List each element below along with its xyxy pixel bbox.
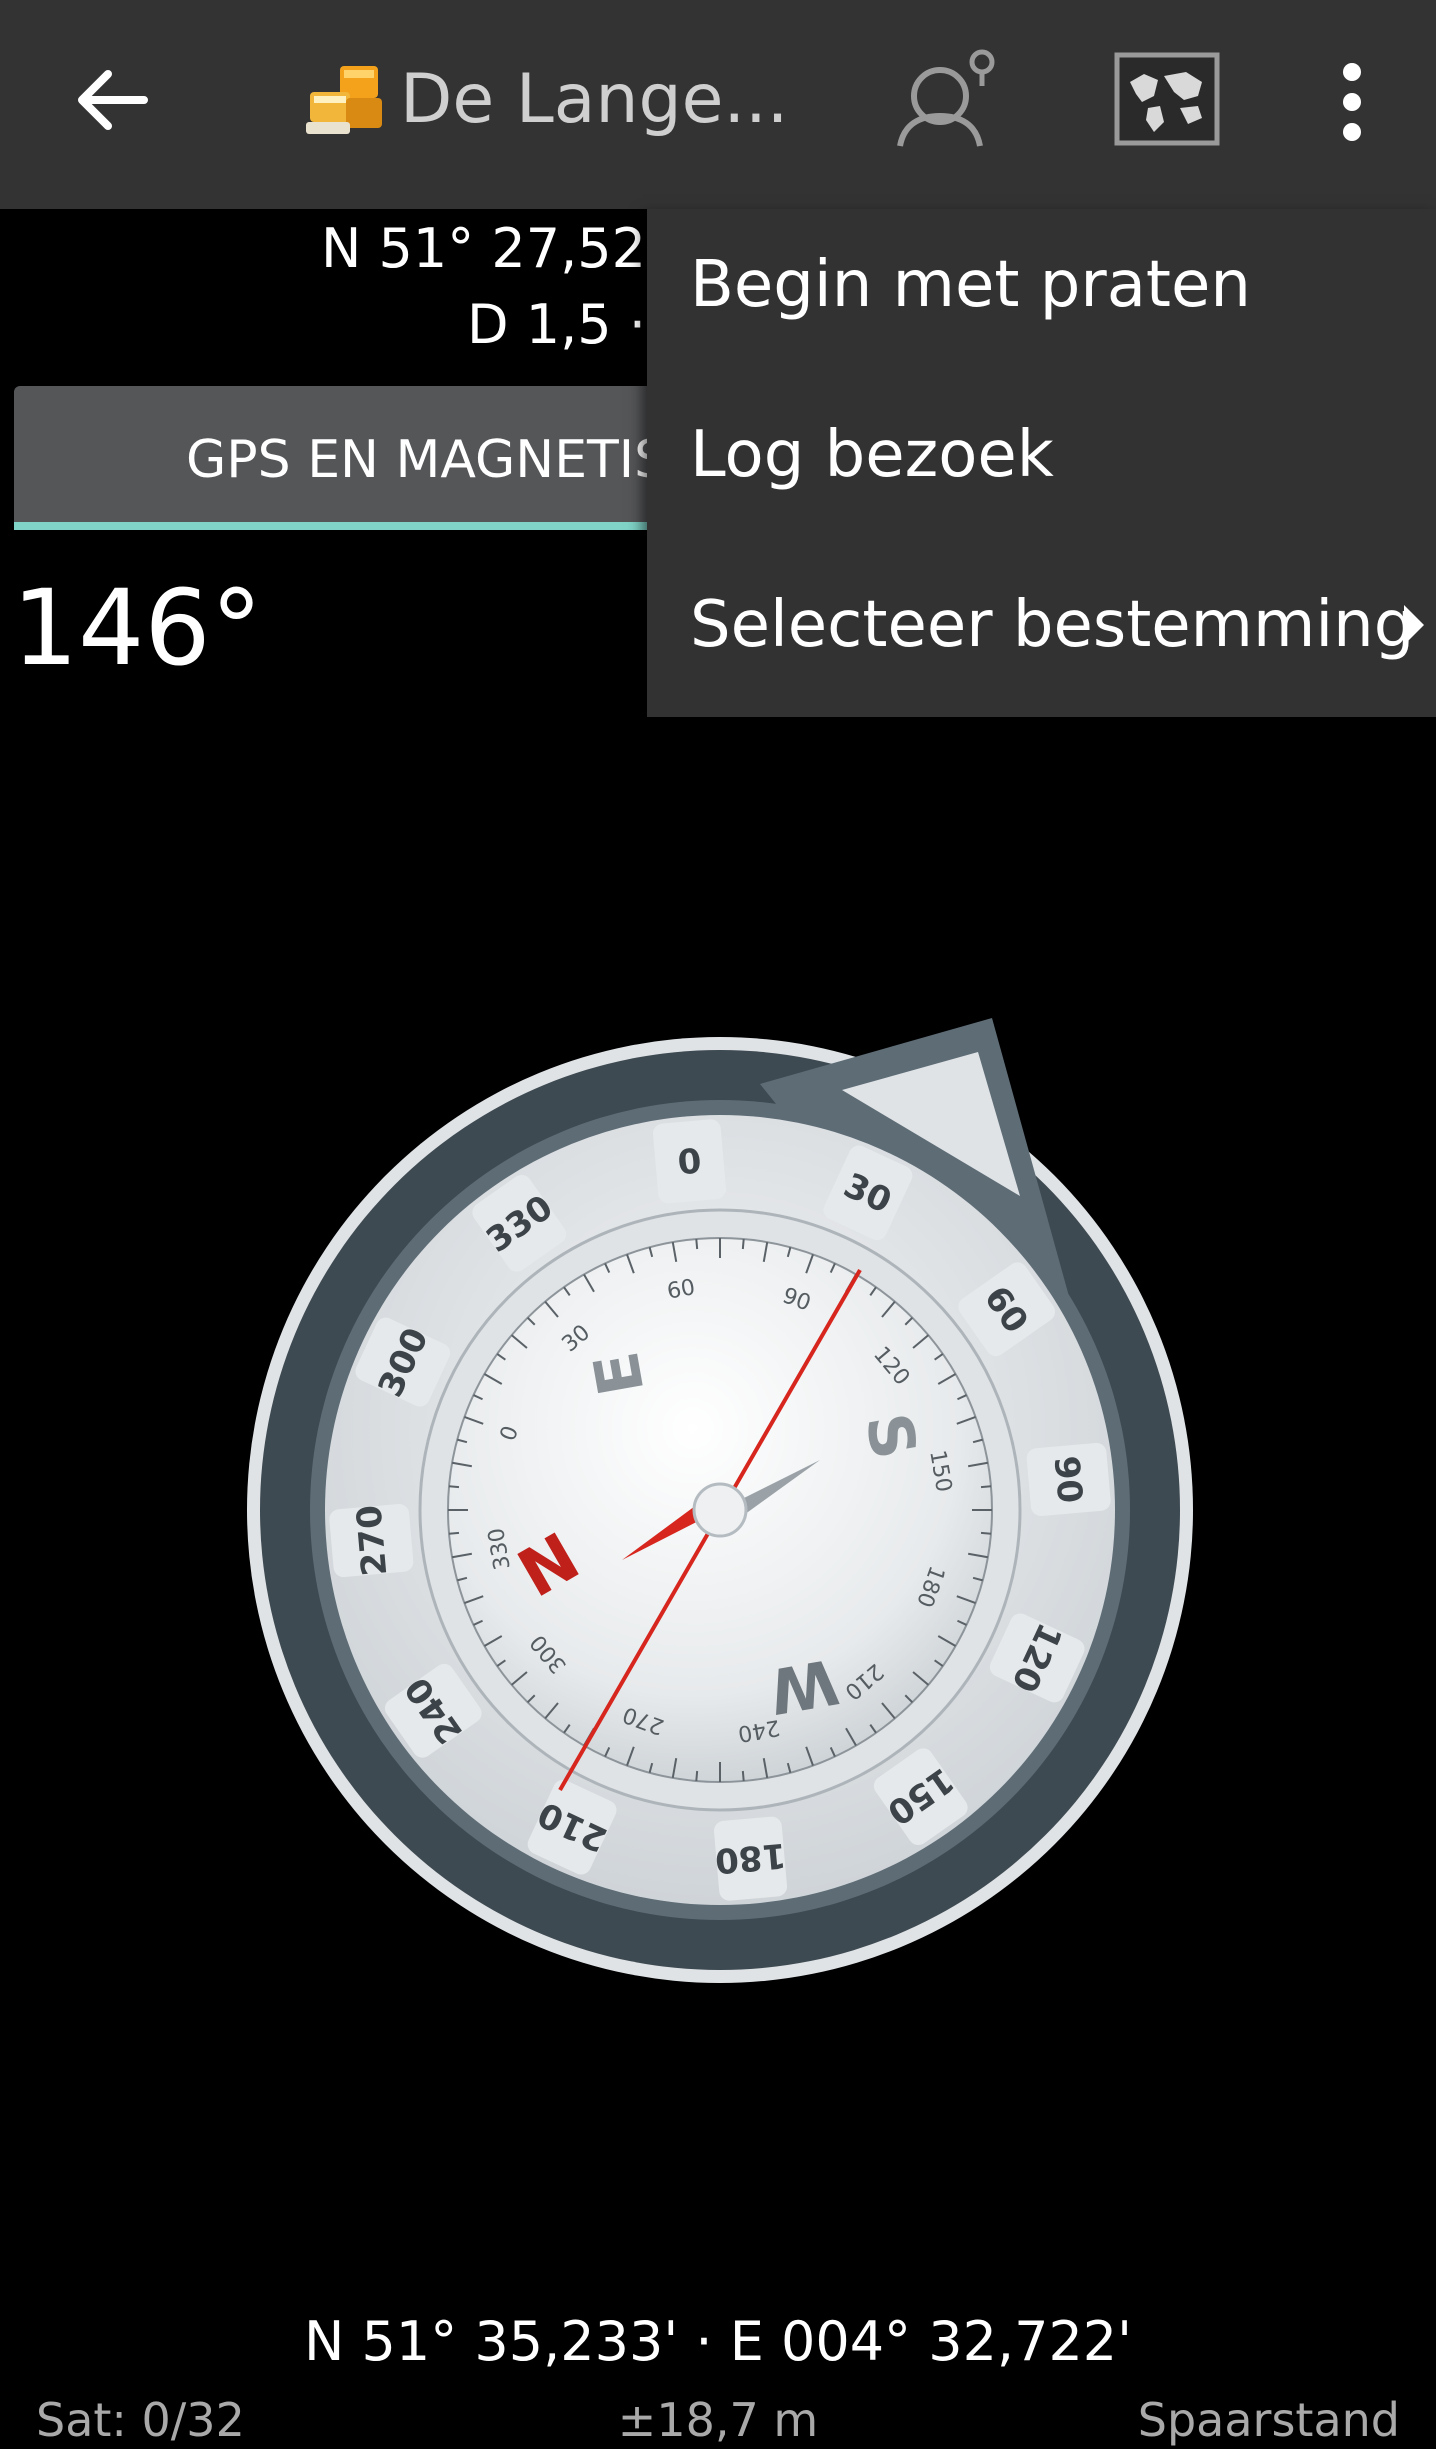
inner-degree-label: 60 bbox=[665, 1275, 697, 1304]
tab-indicator bbox=[14, 522, 714, 530]
outer-degree-label: 90 bbox=[1046, 1454, 1090, 1505]
menu-item-label: Selecteer bestemming bbox=[690, 588, 1415, 662]
submenu-arrow-icon bbox=[1404, 605, 1424, 645]
inner-tick bbox=[695, 1238, 699, 1250]
inner-tick bbox=[448, 1531, 460, 1535]
inner-tick bbox=[695, 1770, 699, 1782]
target-distance: D 1,5 · bbox=[467, 293, 646, 356]
user-hint-icon[interactable] bbox=[890, 46, 1002, 150]
inner-tick bbox=[448, 1485, 460, 1489]
tab-gps-magnetic[interactable]: GPS EN MAGNETIS bbox=[14, 386, 714, 526]
current-position: N 51° 35,233' · E 004° 32,722' bbox=[303, 2310, 1133, 2373]
map-icon[interactable] bbox=[1114, 52, 1220, 146]
menu-item-label: Log bezoek bbox=[690, 418, 1054, 492]
overflow-menu: Begin met praten Log bezoek Selecteer be… bbox=[647, 209, 1436, 717]
more-vert-icon[interactable] bbox=[1312, 60, 1392, 144]
heading-degrees: 146° bbox=[12, 567, 263, 689]
inner-tick bbox=[741, 1770, 745, 1782]
tab-label: GPS EN MAGNETIS bbox=[186, 430, 668, 490]
geocache-logo-icon bbox=[306, 66, 382, 134]
outer-degree-label: 270 bbox=[349, 1503, 395, 1577]
needle-pivot bbox=[692, 1482, 748, 1538]
app-title: De Lange... bbox=[400, 60, 789, 139]
arrow-left-icon[interactable] bbox=[66, 54, 158, 146]
menu-item-selecteer-bestemming[interactable]: Selecteer bestemming bbox=[647, 549, 1436, 699]
outer-degree-label: 0 bbox=[676, 1141, 703, 1183]
outer-degree-label: 180 bbox=[713, 1835, 787, 1881]
inner-tick bbox=[980, 1485, 992, 1489]
cardinal-w: W bbox=[764, 1644, 844, 1728]
menu-item-label: Begin met praten bbox=[690, 248, 1251, 322]
app-bar: De Lange... bbox=[0, 0, 1436, 209]
power-mode: Spaarstand bbox=[1137, 2393, 1400, 2447]
inner-tick bbox=[980, 1531, 992, 1535]
target-coordinate: N 51° 27,52 bbox=[320, 217, 646, 280]
menu-item-begin-met-praten[interactable]: Begin met praten bbox=[647, 209, 1436, 359]
compass-dial: 3300306090120150180210240270300 03060 901… bbox=[247, 1018, 1193, 1983]
inner-tick bbox=[741, 1238, 745, 1250]
menu-item-log-bezoek[interactable]: Log bezoek bbox=[647, 379, 1436, 529]
